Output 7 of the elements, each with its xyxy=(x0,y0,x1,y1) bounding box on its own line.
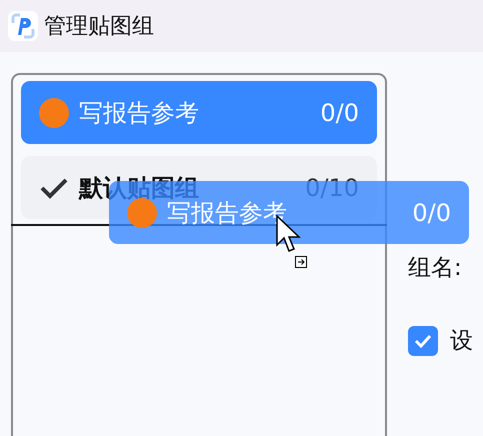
checkbox-label: 设 xyxy=(450,327,473,356)
group-count: 0/0 xyxy=(412,198,451,226)
group-name: 写报告参考 xyxy=(79,98,200,128)
window-title: 管理贴图组 xyxy=(44,13,154,41)
group-count: 0/0 xyxy=(320,98,359,126)
group-name-label: 组名: xyxy=(408,254,463,283)
group-count: 0/10 xyxy=(305,174,359,202)
